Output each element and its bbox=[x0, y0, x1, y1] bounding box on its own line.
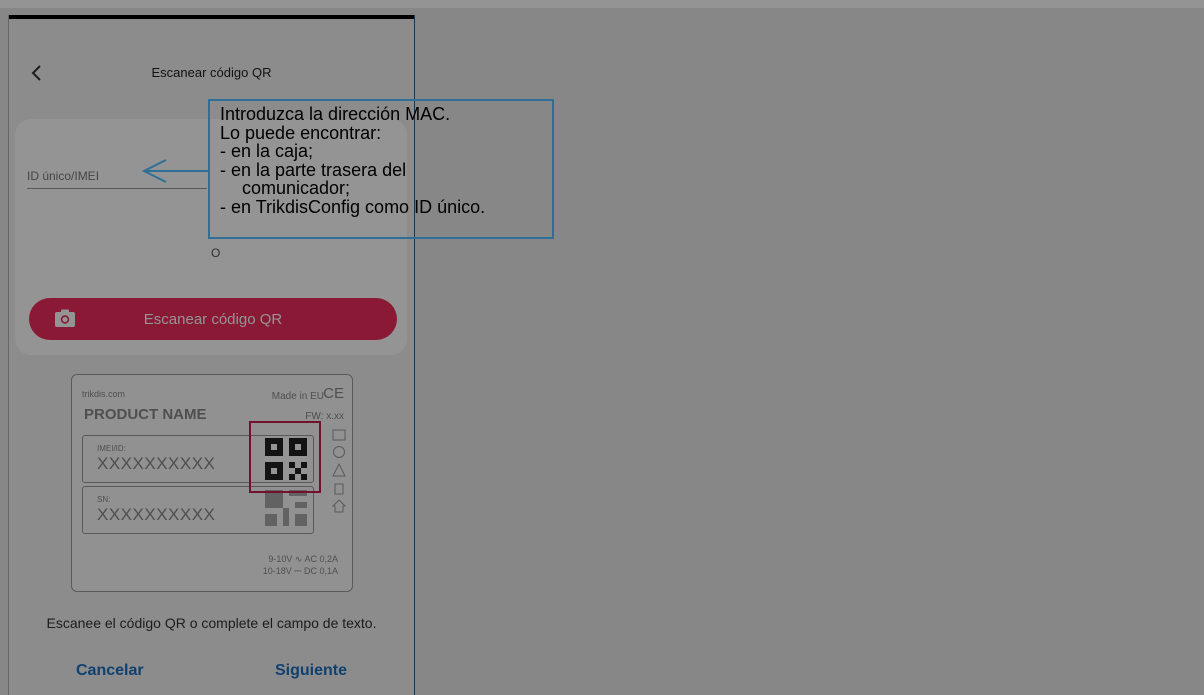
imei-key: IMEI/ID: bbox=[97, 444, 126, 453]
callout-line: Lo puede encontrar: bbox=[220, 122, 382, 143]
qr-code-icon bbox=[265, 490, 307, 526]
warning-icon bbox=[332, 463, 346, 477]
sn-value: XXXXXXXXXX bbox=[97, 505, 216, 524]
arrow-left-icon bbox=[141, 159, 210, 183]
device-label-illustration: trikdis.com Made in EU CE PRODUCT NAME F… bbox=[71, 374, 353, 592]
next-button[interactable]: Siguiente bbox=[275, 662, 347, 680]
page-title: Escanear código QR bbox=[151, 65, 272, 80]
top-strip bbox=[0, 0, 1204, 8]
product-name: PRODUCT NAME bbox=[84, 406, 207, 423]
made-in-text: Made in EU bbox=[271, 391, 324, 402]
qr-highlight-frame bbox=[249, 421, 321, 493]
bin-icon bbox=[334, 483, 344, 495]
rating-dc: 10-18V ⎓ DC 0,1A bbox=[262, 566, 338, 576]
status-bar bbox=[9, 15, 414, 19]
or-separator: O bbox=[211, 246, 221, 260]
sn-key: SN: bbox=[97, 495, 111, 504]
power-icon bbox=[333, 446, 345, 458]
scan-button-label: Escanear código QR bbox=[143, 310, 283, 328]
callout-line: Introduzca la dirección MAC. bbox=[220, 104, 451, 124]
callout-line: - en la caja; bbox=[220, 141, 314, 161]
rating-ac: 9-10V ∿ AC 0,2A bbox=[268, 554, 338, 564]
ce-mark: CE bbox=[323, 385, 344, 402]
imei-value: XXXXXXXXXX bbox=[97, 454, 216, 473]
scan-qr-button[interactable]: Escanear código QR bbox=[29, 298, 397, 340]
info-box-icon bbox=[332, 429, 346, 441]
callout-line: - en TrikdisConfig como ID único. bbox=[220, 196, 486, 217]
callout-line: comunicador; bbox=[242, 178, 351, 198]
brand-text: trikdis.com bbox=[82, 389, 126, 399]
callout-line: - en la parte trasera del bbox=[220, 159, 407, 180]
instruction-callout: Introduzca la dirección MAC. Lo puede en… bbox=[208, 99, 554, 239]
home-icon bbox=[332, 499, 346, 513]
power-ratings: 9-10V ∿ AC 0,2A 10-18V ⎓ DC 0,1A bbox=[263, 553, 338, 577]
label-symbols bbox=[332, 429, 348, 513]
cancel-button[interactable]: Cancelar bbox=[76, 662, 144, 680]
instruction-text: Escanee el código QR o complete el campo… bbox=[46, 615, 377, 631]
